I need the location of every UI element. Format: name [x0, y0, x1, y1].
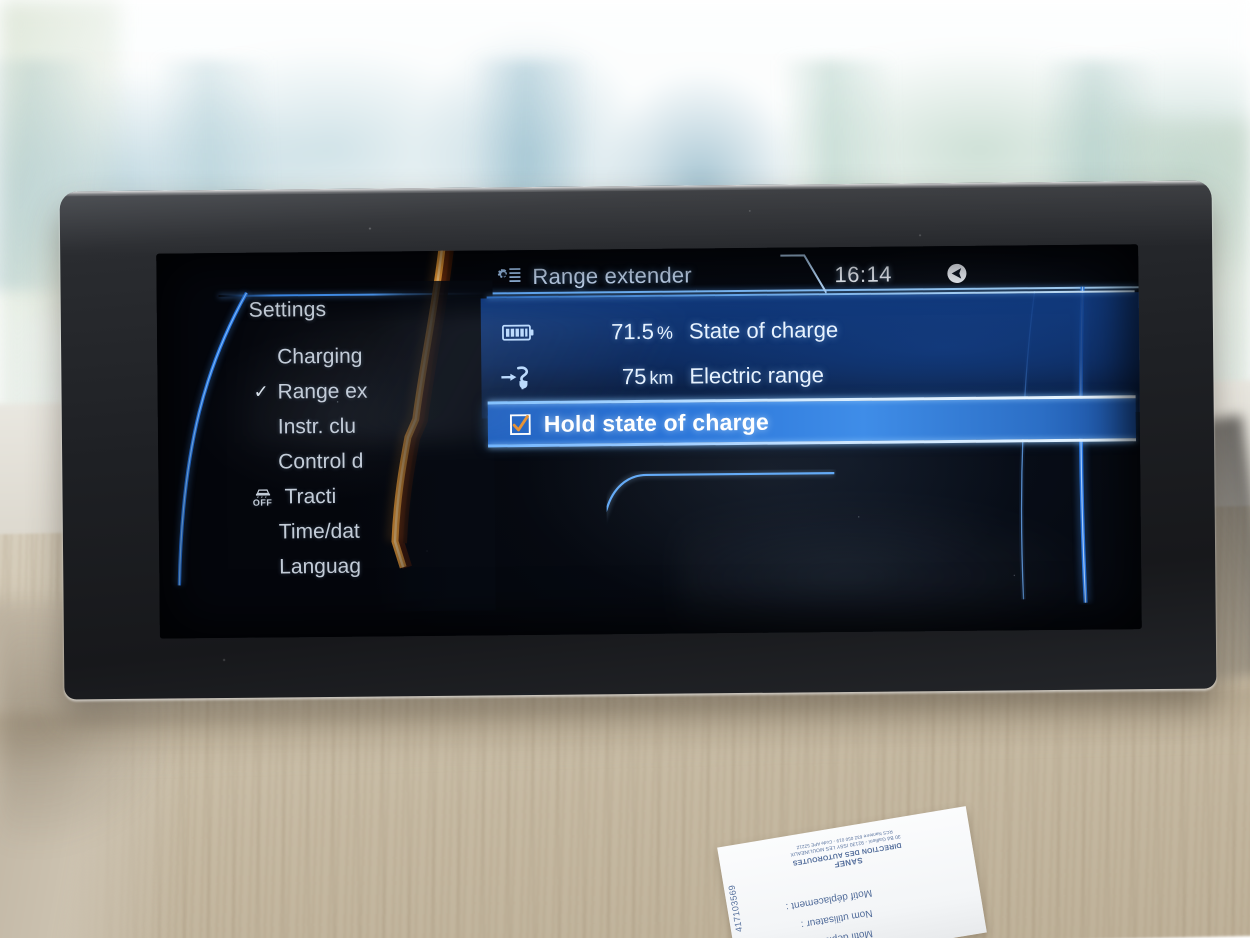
menu-title: Settings [248, 297, 327, 322]
traction-off-label: OFF [252, 497, 273, 508]
sidebar-item-label: Languag [279, 554, 362, 578]
battery-icon [487, 323, 549, 343]
clock: 16:14 [834, 261, 893, 288]
soc-unit: % [656, 322, 674, 343]
sidebar-item-charging[interactable]: Charging [249, 338, 479, 375]
electric-range-label: Electric range [689, 361, 825, 389]
sidebar-item-traction-control[interactable]: OFF Tracti [250, 478, 480, 515]
state-of-charge-value: 71.5% [549, 318, 689, 345]
compass-arrow-icon [947, 263, 967, 283]
sidebar-item-control-display[interactable]: Control d [250, 443, 480, 480]
checkbox-checked-icon[interactable] [509, 413, 531, 435]
status-values: 71.5% State of charge 75 km Electric ran… [487, 290, 1138, 400]
receipt-field-3: Motif déplacement : [786, 927, 874, 938]
display-housing: Settings Charging ✓ Range ex Instr. clu … [59, 180, 1217, 700]
sidebar-item-label: Instr. clu [277, 414, 357, 438]
sidebar-item-label: Control d [278, 449, 364, 473]
state-of-charge-row: 71.5% State of charge [487, 304, 1137, 355]
electric-range-value: 75 km [549, 363, 689, 390]
header-tab-separator [780, 254, 827, 294]
sidebar-item-label: Tracti [284, 484, 337, 508]
sidebar-item-label: Charging [277, 344, 363, 368]
charging-plug-icon [487, 364, 549, 391]
sidebar-item-language[interactable]: Languag [251, 548, 481, 585]
sidebar-item-range-extender[interactable]: ✓ Range ex [249, 373, 479, 410]
hold-state-of-charge-option[interactable]: Hold state of charge [487, 398, 1137, 445]
traction-control-off-icon: OFF [250, 486, 274, 508]
page-title: Range extender [532, 262, 692, 290]
hold-state-of-charge-label: Hold state of charge [543, 408, 770, 437]
sidebar-item-time-date[interactable]: Time/dat [251, 513, 481, 550]
receipt-field-2: Nom utilisateur : [800, 907, 874, 930]
range-extender-panel: Range extender 16:14 71.5 % State of cha… [480, 252, 1142, 577]
sidebar-item-label: Range ex [277, 379, 368, 403]
electric-range-row: 75 km Electric range [487, 349, 1137, 400]
settings-gear-icon [497, 268, 521, 283]
sidebar-item-instrument-cluster[interactable]: Instr. clu [250, 408, 480, 445]
checkmark-icon: ✓ [253, 381, 269, 402]
sidebar-item-label: Time/dat [278, 519, 360, 543]
settings-menu[interactable]: Settings Charging ✓ Range ex Instr. clu … [249, 297, 482, 585]
photo-scene: Settings Charging ✓ Range ex Instr. clu … [0, 0, 1250, 938]
selection-connector-line [606, 470, 835, 577]
state-of-charge-label: State of charge [688, 316, 839, 344]
range-number: 75 [621, 363, 647, 389]
soc-number: 71.5 [610, 318, 655, 344]
panel-header: Range extender 16:14 [486, 252, 1136, 299]
idrive-screen[interactable]: Settings Charging ✓ Range ex Instr. clu … [156, 244, 1142, 639]
range-unit: km [649, 367, 674, 388]
